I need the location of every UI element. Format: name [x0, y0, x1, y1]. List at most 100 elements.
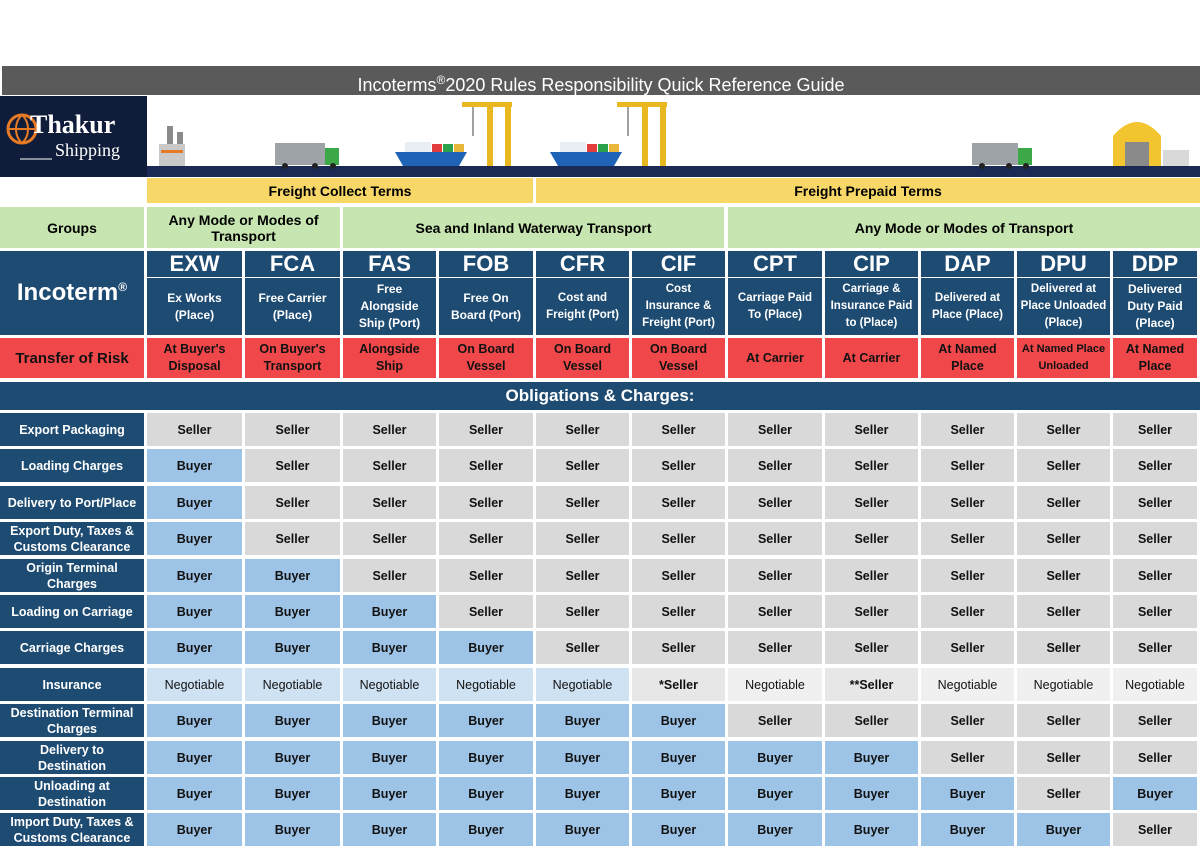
term-desc-cip: Carriage & Insurance Paid to (Place) — [825, 278, 918, 335]
incoterm-label-sup: ® — [118, 280, 128, 294]
obligation-cell: Seller — [536, 522, 629, 555]
row-label-text: Unloading at — [34, 778, 110, 793]
term-desc-dpu-text: (Place) — [1044, 317, 1083, 329]
obligation-cell-text: Seller — [661, 458, 696, 473]
obligation-cell-text: Seller — [757, 713, 793, 728]
obligation-cell-text: Seller — [757, 604, 793, 619]
risk-ddp-text: At Named — [1125, 342, 1185, 356]
obligation-cell: Seller — [439, 522, 533, 555]
row-label-text: Customs Clearance — [13, 539, 131, 554]
obligation-cell: Seller — [439, 595, 533, 628]
incoterms-sheet: Incoterms®2020 Rules Responsibility Quic… — [0, 66, 1200, 849]
obligation-cell-text: Buyer — [176, 568, 213, 583]
term-code-dpu-text: DPU — [1040, 251, 1087, 276]
row-label-text: Charges — [46, 576, 97, 591]
obligation-cell: Buyer — [921, 777, 1014, 810]
obligation-cell-text: Seller — [950, 531, 985, 546]
obligation-cell: Buyer — [343, 741, 436, 774]
obligation-cell-text: Buyer — [949, 786, 986, 801]
term-code-fca: FCA — [245, 251, 340, 277]
obligation-cell-text: Seller — [468, 495, 504, 510]
obligation-cell-text: Buyer — [371, 750, 408, 765]
term-desc-cip-text: Carriage & — [842, 283, 901, 295]
obligation-cell: Seller — [1113, 741, 1197, 774]
obligation-cell-text: Seller — [661, 495, 696, 510]
obligation-cell-text: Buyer — [468, 822, 504, 837]
row-label-text: Loading Charges — [20, 458, 124, 473]
obligation-cell: Seller — [921, 413, 1014, 446]
obligation-cell: Seller — [1113, 449, 1197, 482]
obligation-cell: Buyer — [147, 704, 242, 737]
obligation-cell-text: Seller — [757, 531, 793, 546]
obligation-cell: Seller — [921, 741, 1014, 774]
obligation-cell-text: Buyer — [371, 786, 408, 801]
obligation-cell-text: Buyer — [176, 604, 213, 619]
row-label-text: Carriage Charges — [19, 640, 125, 655]
term-desc-cfr-text: Cost and — [557, 291, 608, 304]
obligation-cell-text: Negotiable — [1033, 677, 1094, 692]
obligation-cell-text: Buyer — [176, 713, 213, 728]
obligation-cell: Buyer — [343, 631, 436, 664]
row-label: Loading on Carriage — [0, 595, 144, 628]
row-label-text: Insurance — [42, 677, 102, 692]
risk-exw: At Buyer's Disposal — [147, 338, 242, 378]
obligation-cell: Seller — [439, 449, 533, 482]
obligation-cell: Seller — [1017, 631, 1110, 664]
obligation-cell: *Seller — [632, 668, 725, 701]
obligation-cell-text: Seller — [565, 568, 600, 583]
obligation-cell-text: Negotiable — [1125, 677, 1185, 692]
obligation-cell-text: Seller — [854, 568, 889, 583]
obligation-cell: Negotiable — [921, 668, 1014, 701]
term-code-fob-text: FOB — [462, 251, 510, 276]
obligation-cell: Negotiable — [1113, 668, 1197, 701]
obligation-cell: Seller — [728, 631, 822, 664]
risk-ddp: At Named Place — [1113, 338, 1197, 378]
obligation-cell-text: Buyer — [757, 822, 793, 837]
obligation-cell: Seller — [343, 559, 436, 592]
obligation-cell: Seller — [439, 413, 533, 446]
row-label: Insurance — [0, 668, 144, 701]
obligation-cell-text: Buyer — [757, 786, 793, 801]
row-label-text: Destination Terminal — [10, 705, 134, 720]
risk-label-text: Transfer of Risk — [15, 349, 129, 367]
row-label-text: Customs Clearance — [13, 830, 131, 845]
term-code-dap-text: DAP — [944, 251, 991, 276]
term-desc-fob-text: Free On — [463, 290, 509, 305]
obligation-cell-text: Buyer — [274, 750, 311, 765]
obligation-cell: Seller — [825, 559, 918, 592]
risk-fob: On Board Vessel — [439, 338, 533, 378]
obligation-cell-text: Seller — [1046, 495, 1081, 510]
group-any-mode-2: Any Mode or Modes of Transport — [728, 207, 1200, 248]
obligation-cell: Negotiable — [439, 668, 533, 701]
obligation-cell: Seller — [147, 413, 242, 446]
obligation-cell-text: Seller — [372, 495, 407, 510]
obligation-cell-text: Seller — [950, 495, 985, 510]
obligation-cell: Negotiable — [536, 668, 629, 701]
row-label-text: Delivery to Port/Place — [7, 495, 137, 510]
obligation-cell-text: Negotiable — [164, 677, 225, 692]
obligation-cell-text: Seller — [854, 422, 889, 437]
obligation-cell-text: Seller — [468, 531, 504, 546]
risk-dpu-text: Unloaded — [1038, 360, 1089, 372]
risk-cif-text: Vessel — [659, 359, 698, 373]
obligation-cell-text: Buyer — [274, 786, 311, 801]
obligation-cell-text: Seller — [1046, 531, 1081, 546]
risk-fca-text: Transport — [263, 359, 322, 373]
obligation-cell-text: Buyer — [274, 822, 311, 837]
obligation-cell: Buyer — [825, 741, 918, 774]
obligation-cell-text: Buyer — [468, 640, 504, 655]
risk-fca: On Buyer's Transport — [245, 338, 340, 378]
term-desc-ddp-text: (Place) — [1135, 316, 1175, 330]
obligation-cell: Negotiable — [728, 668, 822, 701]
obligation-cell-text: Buyer — [176, 458, 213, 473]
obligation-cell-text: Seller — [565, 531, 600, 546]
obligation-cell: Seller — [921, 522, 1014, 555]
row-label: Delivery to Port/Place — [0, 486, 144, 519]
obligation-cell-text: **Seller — [849, 677, 894, 692]
obligation-cell-text: Buyer — [853, 750, 890, 765]
obligation-cell-text: Seller — [1137, 495, 1173, 510]
row-label: Loading Charges — [0, 449, 144, 482]
obligation-cell-text: Seller — [468, 458, 504, 473]
obligation-cell-text: Buyer — [564, 822, 601, 837]
obligation-cell-text: Buyer — [176, 750, 213, 765]
